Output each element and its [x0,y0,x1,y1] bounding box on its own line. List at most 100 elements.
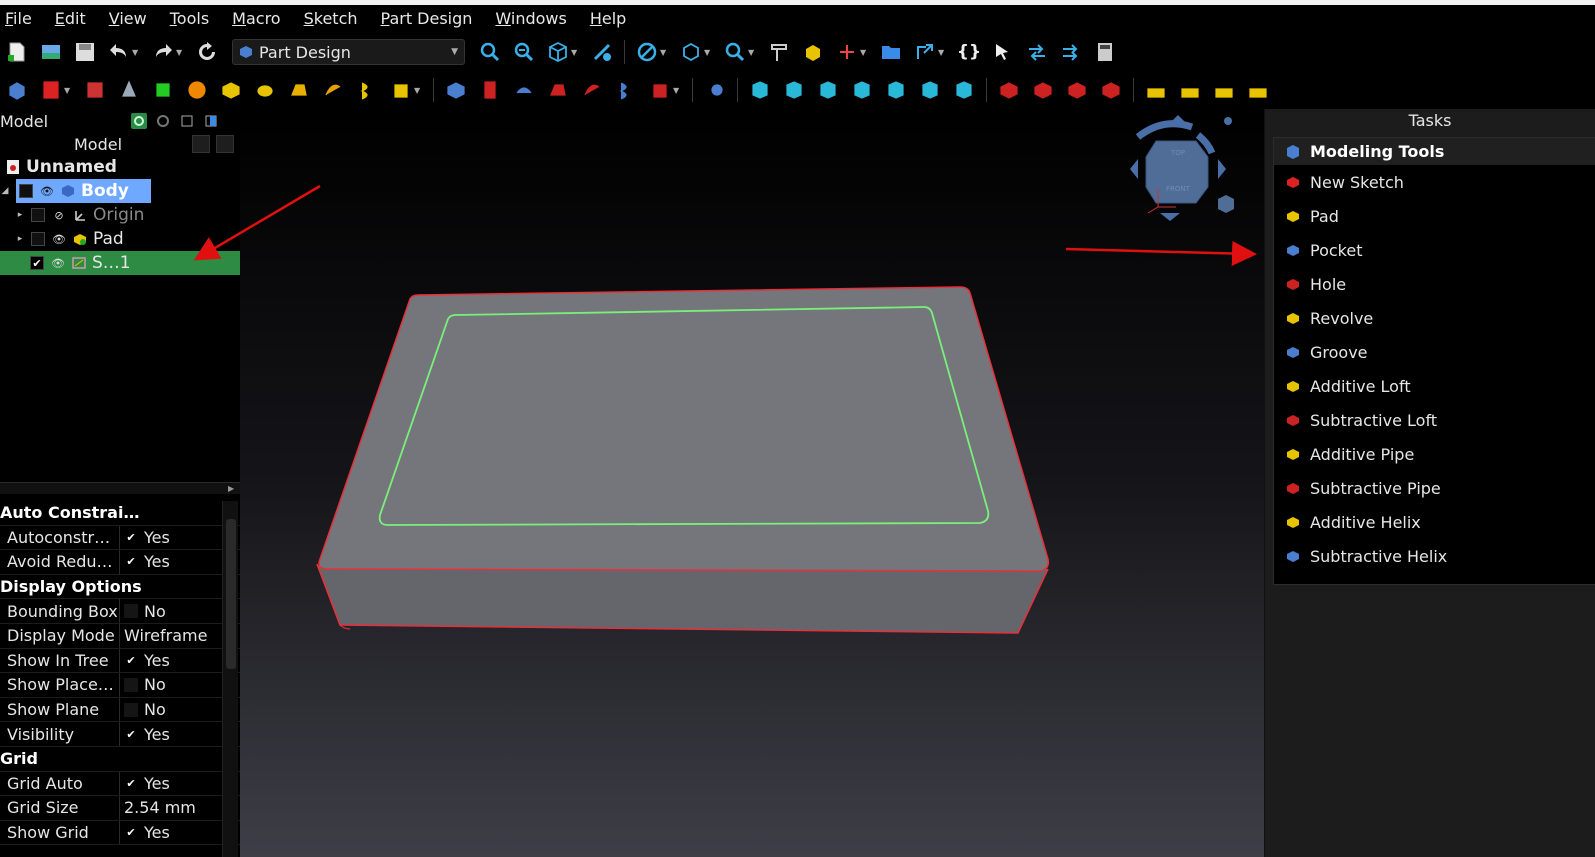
property-row[interactable]: Grid Auto ✔ Yes [0,771,240,797]
task-additive-loft[interactable]: Additive Loft [1274,369,1595,403]
task-new-sketch[interactable]: New Sketch [1274,165,1595,199]
nav-right-arrow-icon[interactable] [1218,159,1226,179]
property-row[interactable]: Visibility ✔ Yes [0,722,240,747]
nav-rotate-arrow-icon[interactable] [1135,120,1194,140]
navigation-cube[interactable]: TOP FRONT [1108,113,1238,233]
multi-transform-icon[interactable] [1144,78,1168,102]
visibility-hidden-icon[interactable]: ⊘ [51,209,67,222]
origin-checkbox[interactable] [31,208,45,222]
hole-icon[interactable] [478,78,502,102]
undo-icon[interactable] [107,40,131,64]
checkmark-icon[interactable]: ✔ [124,826,138,840]
subtractive-loft-icon[interactable] [546,78,570,102]
face-draft-icon[interactable] [952,78,976,102]
checkmark-icon[interactable]: ✔ [124,727,138,741]
toolbar-dropdown-icon[interactable]: ▼ [414,78,424,102]
settings-gear-icon[interactable] [155,113,171,129]
property-group-header[interactable]: Display Options [0,575,240,600]
zoom-dropdown-icon[interactable]: ▼ [748,40,758,64]
property-row[interactable]: Show Place… No [0,673,240,698]
axis-cross-icon[interactable] [835,40,859,64]
checkmark-icon[interactable]: ✔ [124,555,138,569]
subtractive-primitive-icon[interactable] [648,78,672,102]
part-icon[interactable] [801,40,825,64]
menu-view[interactable]: View [104,5,157,33]
3d-viewport[interactable]: TOP FRONT [240,109,1264,857]
fit-all-icon[interactable] [478,40,502,64]
additive-pipe-icon[interactable] [321,78,345,102]
body-icon[interactable] [5,78,29,102]
expand-arrow-icon[interactable]: ◢ [0,186,10,196]
no-selection-icon[interactable] [635,40,659,64]
task-additive-helix[interactable]: Additive Helix [1274,505,1595,539]
visibility-eye-icon[interactable]: 👁 [39,185,55,198]
polar-pattern-icon[interactable] [1065,78,1089,102]
pocket-icon[interactable] [444,78,468,102]
revolve-icon[interactable] [253,78,277,102]
property-row[interactable]: Avoid Redu… ✔ Yes [0,550,240,575]
refresh-icon[interactable] [195,40,219,64]
task-additive-pipe[interactable]: Additive Pipe [1274,437,1595,471]
tree-item-sketch[interactable]: ✔ 👁 S…1 [0,251,240,275]
thickness-icon[interactable] [850,78,874,102]
additive-helix-icon[interactable] [355,78,379,102]
additive-loft-icon[interactable] [287,78,311,102]
groove-icon[interactable] [512,78,536,102]
property-row[interactable]: Display Mode Wireframe [0,623,240,649]
face-chamfer-icon[interactable] [918,78,942,102]
pad-checkbox[interactable] [31,232,45,246]
whats-this-icon[interactable] [991,40,1015,64]
task-hole[interactable]: Hole [1274,267,1595,301]
link-icon[interactable] [913,40,937,64]
fit-selection-icon[interactable] [512,40,536,64]
sub-shape-binder-icon[interactable] [151,78,175,102]
modeling-tools-header[interactable]: Modeling Tools [1274,138,1595,165]
axis-dropdown-icon[interactable]: ▼ [860,40,870,64]
tree-item-origin[interactable]: ▸ ⊘ Origin [0,203,240,227]
face-fillet-icon[interactable] [884,78,908,102]
nav-mini-cube-icon[interactable] [1218,195,1234,213]
subtractive-helix-icon[interactable] [614,78,638,102]
macro-braces-icon[interactable]: {} [957,40,981,64]
subtractive-pipe-icon[interactable] [580,78,604,102]
validate-sketch-icon[interactable] [83,78,107,102]
menu-file[interactable]: File [0,5,42,33]
workbench-selector[interactable]: Part Design ▼ [232,39,465,65]
nav-left-arrow-icon[interactable] [1130,159,1138,179]
fillet-icon[interactable] [748,78,772,102]
body-checkbox[interactable] [19,184,33,198]
sync-arrows-2-icon[interactable] [1059,40,1083,64]
new-document-icon[interactable] [5,40,29,64]
toolbar-dropdown-icon[interactable]: ▼ [673,78,683,102]
shape-binder-icon[interactable] [117,78,141,102]
panel-float-icon[interactable] [179,113,195,129]
tree-horizontal-scrollbar[interactable]: ▶ [0,482,240,494]
boolean-icon[interactable] [703,78,727,102]
mirrored-icon[interactable] [997,78,1021,102]
property-row[interactable]: Grid Size 2.54 mm [0,796,240,821]
menu-part-design[interactable]: Part Design [376,5,483,33]
sync-view-icon[interactable] [131,113,147,129]
property-group-header[interactable]: Grid [0,747,240,772]
open-document-icon[interactable] [39,40,63,64]
unchecked-box[interactable] [124,702,138,717]
menu-help[interactable]: Help [585,5,636,33]
visibility-eye-icon[interactable]: 👁 [50,257,66,270]
redo-icon[interactable] [151,40,175,64]
measure-icon[interactable] [767,40,791,64]
involute-gear-icon[interactable] [1212,78,1236,102]
tree-item-body[interactable]: ◢ 👁 Body [0,179,240,203]
menu-windows[interactable]: Windows [490,5,576,33]
box-dropdown-icon[interactable]: ▼ [704,40,714,64]
calculator-icon[interactable] [1093,40,1117,64]
menu-sketch[interactable]: Sketch [299,5,368,33]
draw-style-icon[interactable] [590,40,614,64]
unchecked-box[interactable] [124,604,138,619]
property-row[interactable]: Autoconstr… ✔ Yes [0,525,240,551]
sketch-checkbox[interactable]: ✔ [30,256,44,270]
pad-icon[interactable] [219,78,243,102]
menu-tools[interactable]: Tools [165,5,219,33]
task-subtractive-helix[interactable]: Subtractive Helix [1274,539,1595,573]
panel-dock-icon[interactable] [203,113,219,129]
draft-icon[interactable] [816,78,840,102]
